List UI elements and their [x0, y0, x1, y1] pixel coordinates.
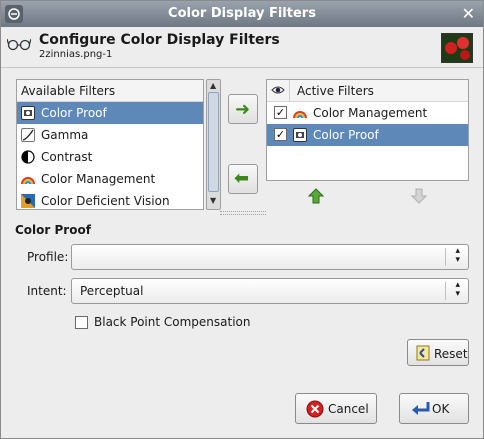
- intent-value: Perceptual: [80, 284, 144, 298]
- remove-filter-button[interactable]: ⬅: [228, 164, 258, 194]
- available-filters-heading: Available Filters: [21, 84, 116, 98]
- dialog-header: Configure Color Display Filters 2zinnias…: [1, 27, 483, 67]
- active-filters-list[interactable]: Active Filters ✓ Color Management ✓ Colo…: [266, 79, 469, 181]
- scroll-up-icon[interactable]: ▲: [210, 81, 216, 90]
- intent-select[interactable]: Perceptual ▴ ▾: [71, 278, 469, 304]
- ok-button[interactable]: OK: [399, 393, 469, 424]
- available-filter-color-deficient-vision[interactable]: Color Deficient Vision: [17, 190, 203, 209]
- available-filter-label: Color Deficient Vision: [41, 194, 170, 208]
- reset-button[interactable]: Reset: [407, 339, 469, 366]
- ok-icon: [410, 400, 430, 418]
- cancel-button[interactable]: Cancel: [295, 393, 377, 424]
- dialog-window: Color Display Filters ✕ Configure Color …: [0, 0, 484, 439]
- active-filter-color-management[interactable]: ✓ Color Management: [267, 102, 468, 124]
- black-point-label[interactable]: Black Point Compensation: [94, 315, 251, 329]
- close-icon[interactable]: ✕: [462, 4, 475, 23]
- move-down-button[interactable]: [410, 188, 428, 208]
- active-filter-checkbox[interactable]: ✓: [274, 128, 287, 141]
- available-filters-scrollbar[interactable]: ▲ ▼: [206, 79, 221, 210]
- color-proof-icon: [293, 128, 307, 142]
- color-management-icon: [21, 172, 35, 186]
- reset-label: Reset: [434, 347, 468, 361]
- available-filter-contrast[interactable]: Contrast: [17, 146, 203, 168]
- active-filters-heading: Active Filters: [297, 84, 374, 98]
- cancel-icon: [306, 400, 324, 418]
- combo-arrows-icon: ▴ ▾: [455, 280, 460, 299]
- eye-icon: [271, 84, 285, 99]
- active-filter-checkbox[interactable]: ✓: [274, 106, 287, 119]
- active-filter-label: Color Proof: [313, 128, 379, 142]
- add-filter-button[interactable]: ➜: [228, 94, 258, 124]
- cancel-label: Cancel: [328, 402, 369, 416]
- reset-icon: [414, 344, 432, 362]
- color-deficient-vision-icon: [21, 194, 35, 208]
- header-title: Configure Color Display Filters: [39, 32, 280, 48]
- move-up-button[interactable]: [307, 188, 325, 208]
- arrow-right-icon: ➜: [235, 99, 251, 120]
- arrow-left-icon: ⬅: [234, 168, 250, 189]
- header-subtitle: 2zinnias.png-1: [39, 49, 113, 60]
- active-filter-label: Color Management: [313, 106, 428, 120]
- title-bar[interactable]: Color Display Filters ✕: [1, 1, 483, 27]
- available-filter-label: Color Management: [41, 172, 156, 186]
- header-divider: [1, 67, 483, 68]
- profile-label: Profile:: [27, 250, 69, 264]
- available-filter-label: Contrast: [41, 150, 93, 164]
- color-management-icon: [293, 106, 307, 120]
- combo-arrows-icon: ▴ ▾: [455, 246, 460, 265]
- scroll-down-icon[interactable]: ▼: [210, 196, 216, 205]
- intent-label: Intent:: [27, 284, 67, 298]
- active-filter-color-proof[interactable]: ✓ Color Proof: [267, 124, 468, 146]
- arrow-up-icon: [307, 188, 325, 204]
- arrow-down-icon: [410, 188, 428, 204]
- pane-resize-handle[interactable]: [220, 211, 266, 215]
- section-title: Color Proof: [15, 223, 91, 237]
- color-proof-icon: [21, 106, 35, 120]
- contrast-icon: [21, 150, 35, 164]
- available-filter-color-management[interactable]: Color Management: [17, 168, 203, 190]
- ok-label: OK: [432, 402, 450, 416]
- available-filters-header: Available Filters: [17, 80, 203, 102]
- available-filter-label: Gamma: [41, 128, 89, 142]
- available-filters-list[interactable]: Available Filters Color Proof Gamma Cont…: [16, 79, 204, 210]
- active-filters-header: Active Filters: [267, 80, 468, 102]
- gamma-icon: [21, 128, 35, 142]
- glasses-icon: [6, 35, 32, 51]
- image-thumbnail: [441, 33, 473, 63]
- available-filter-label: Color Proof: [41, 106, 107, 120]
- available-filter-color-proof[interactable]: Color Proof: [17, 102, 203, 124]
- window-title: Color Display Filters: [168, 6, 316, 21]
- available-filter-gamma[interactable]: Gamma: [17, 124, 203, 146]
- profile-select[interactable]: ▴ ▾: [71, 244, 469, 270]
- scrollbar-thumb[interactable]: [208, 92, 219, 192]
- black-point-checkbox[interactable]: [75, 316, 88, 329]
